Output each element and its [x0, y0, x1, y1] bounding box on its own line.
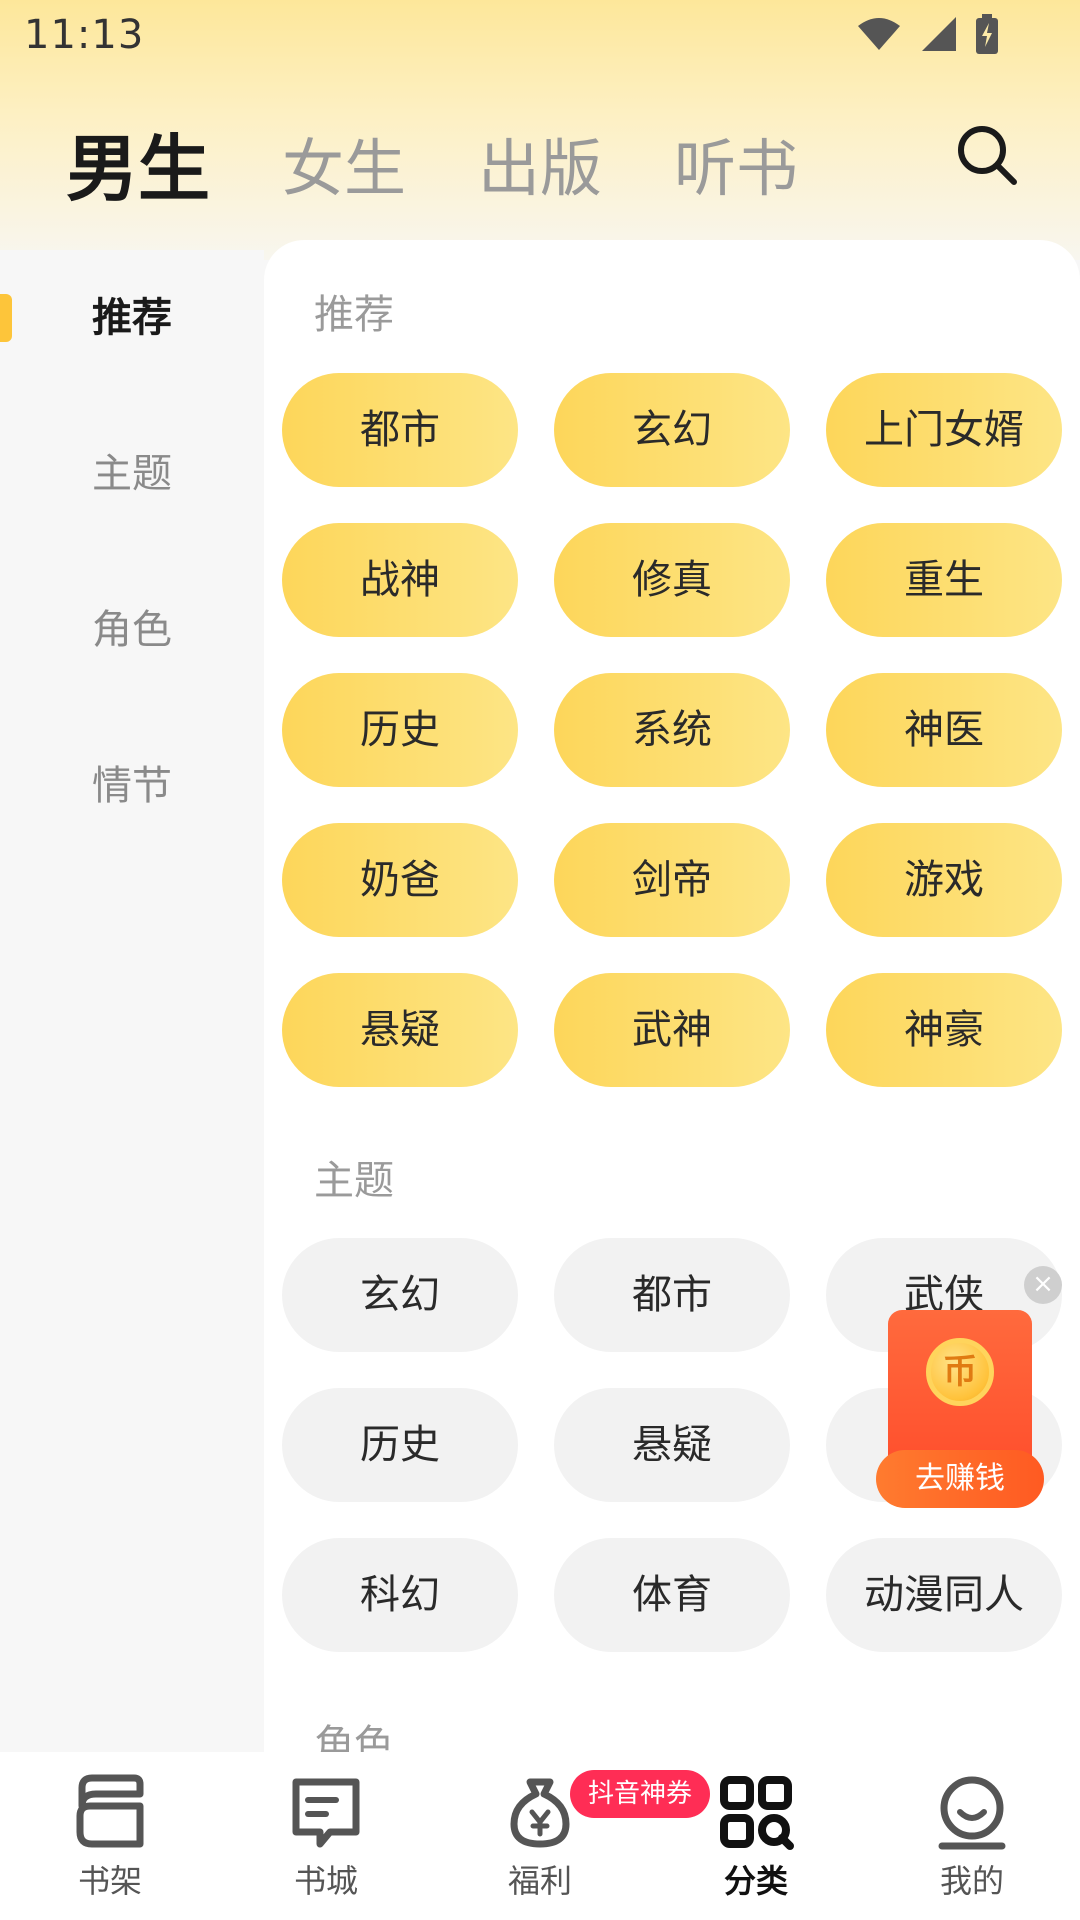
- sidebar-item-role[interactable]: 角色: [0, 595, 264, 665]
- nav-label: 书架: [77, 1862, 142, 1900]
- signal-icon: [922, 17, 956, 51]
- tag-chip[interactable]: 科幻: [282, 1538, 518, 1652]
- nav-label: 福利: [507, 1862, 572, 1900]
- tag-chip[interactable]: 悬疑: [554, 1388, 790, 1502]
- tag-chip[interactable]: 修真: [554, 523, 790, 637]
- tab-publish[interactable]: 出版: [478, 118, 602, 208]
- section-title-theme: 主题: [314, 1158, 394, 1204]
- sidebar-item-plot[interactable]: 情节: [0, 751, 264, 821]
- nav-category[interactable]: 分类: [676, 1772, 836, 1912]
- tag-chip[interactable]: 游戏: [826, 823, 1062, 937]
- tag-chip[interactable]: 都市: [554, 1238, 790, 1352]
- section-title-recommend: 推荐: [314, 292, 394, 338]
- tag-chip[interactable]: 悬疑: [282, 973, 518, 1087]
- tag-chip[interactable]: 体育: [554, 1538, 790, 1652]
- tag-chip[interactable]: 历史: [282, 1388, 518, 1502]
- earn-money-button[interactable]: 去赚钱: [876, 1450, 1044, 1508]
- earn-money-float[interactable]: 币 去赚钱 ×: [876, 1266, 1062, 1516]
- nav-profile[interactable]: 我的: [892, 1772, 1052, 1912]
- tag-chip[interactable]: 神医: [826, 673, 1062, 787]
- status-icons: [856, 14, 1000, 54]
- tag-chip[interactable]: 系统: [554, 673, 790, 787]
- nav-label: 书城: [293, 1862, 358, 1900]
- tag-chip[interactable]: 玄幻: [554, 373, 790, 487]
- tag-chip[interactable]: 奶爸: [282, 823, 518, 937]
- sidebar-item-recommend[interactable]: 推荐: [0, 283, 264, 353]
- smiley-profile-icon: [938, 1776, 1006, 1850]
- coin-icon: 币: [926, 1338, 994, 1406]
- category-content: 推荐 都市 玄幻 上门女婿 战神 修真 重生 历史 系统 神医 奶爸 剑帝 游戏…: [264, 240, 1080, 1760]
- bookshelf-icon: [76, 1774, 144, 1848]
- search-icon: [958, 126, 1017, 185]
- search-button[interactable]: [952, 120, 1022, 190]
- tag-chip[interactable]: 重生: [826, 523, 1062, 637]
- wifi-icon: [858, 18, 900, 50]
- bottom-nav: 书架 书城 福利 抖音神券 分类 我的: [0, 1752, 1080, 1920]
- nav-bookstore[interactable]: 书城: [246, 1772, 406, 1912]
- sidebar-item-theme[interactable]: 主题: [0, 439, 264, 509]
- status-time: 11:13: [24, 12, 145, 58]
- close-icon[interactable]: ×: [1024, 1266, 1062, 1304]
- tag-chip[interactable]: 神豪: [826, 973, 1062, 1087]
- nav-label: 分类: [723, 1862, 788, 1900]
- tag-chip[interactable]: 玄幻: [282, 1238, 518, 1352]
- book-icon: [292, 1778, 360, 1848]
- nav-bookshelf[interactable]: 书架: [30, 1772, 190, 1912]
- nav-welfare[interactable]: 福利 抖音神券: [460, 1770, 711, 1912]
- tag-chip[interactable]: 动漫同人: [826, 1538, 1062, 1652]
- tag-chip[interactable]: 剑帝: [554, 823, 790, 937]
- nav-label: 我的: [939, 1862, 1004, 1900]
- tag-chip[interactable]: 都市: [282, 373, 518, 487]
- category-grid-icon: [720, 1776, 794, 1850]
- money-bag-icon: [510, 1778, 570, 1848]
- tab-audiobook[interactable]: 听书: [674, 118, 798, 208]
- tag-chip[interactable]: 历史: [282, 673, 518, 787]
- status-bar: 11:13: [0, 0, 1080, 74]
- tag-chip[interactable]: 武神: [554, 973, 790, 1087]
- top-tabs: 男生 女生 出版 听书: [66, 110, 870, 215]
- category-sidebar: 推荐 主题 角色 情节: [0, 250, 264, 1750]
- battery-icon: [976, 14, 998, 54]
- tab-male[interactable]: 男生: [66, 110, 210, 215]
- tag-chip[interactable]: 上门女婿: [826, 373, 1062, 487]
- tag-chip[interactable]: 战神: [282, 523, 518, 637]
- tab-female[interactable]: 女生: [282, 118, 406, 208]
